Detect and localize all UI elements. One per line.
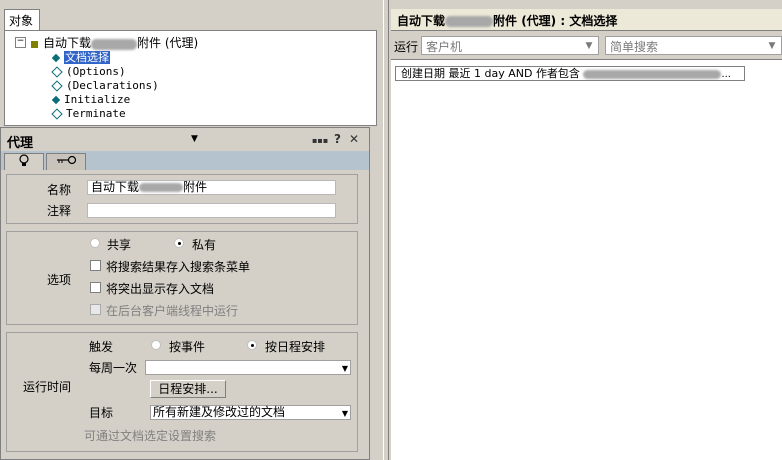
share-label: 共享 [107,238,132,252]
on-event-radio[interactable] [151,340,161,350]
target-hint: 可通过文档选定设置搜索 [84,429,217,443]
name-field[interactable]: 自动下载 附件 [87,180,336,195]
script-icon [51,80,63,92]
background-run-checkbox[interactable] [90,304,101,315]
agent-icon [31,40,38,48]
close-icon[interactable]: ✕ [349,132,359,146]
pane-splitter[interactable] [383,0,389,460]
chevron-down-icon: ▼ [585,41,593,51]
redaction [445,16,494,27]
schedule-frequency-select[interactable]: ▼ [145,360,351,375]
chevron-down-icon: ▼ [341,409,348,418]
name-suffix: 附件 [183,180,208,194]
properties-tabstrip [1,151,369,170]
trigger-label: 触发 [89,340,114,354]
target-label: 目标 [89,406,114,420]
tree-root-suffix: 附件 (代理) [137,36,199,50]
run-label: 运行 [394,40,419,54]
tree-root-agent[interactable]: 自动下载 附件 (代理) [31,36,198,50]
object-tree: − 自动下载 附件 (代理) 文档选择 (Options) (Declaratio… [4,30,377,126]
run-target-select[interactable]: 客户机 ▼ [421,36,599,55]
comment-label: 注释 [46,204,71,218]
on-schedule-radio[interactable] [247,340,257,350]
title-suffix: 附件 (代理) : 文档选择 [493,14,618,28]
tab-objects-label: 对象 [9,14,34,28]
share-radio[interactable] [90,238,100,248]
store-results-checkbox[interactable] [90,260,101,271]
tree-item-label: 文档选择 [64,51,110,64]
tree-root-prefix: 自动下载 [43,36,92,50]
options-label: 选项 [46,273,71,287]
tree-expand-toggle[interactable]: − [15,37,26,48]
redaction [583,69,722,79]
store-highlights-label: 将突出显示存入文档 [106,282,215,296]
tree-item-label: Initialize [64,93,131,106]
redaction [91,38,138,50]
tree-item-declarations[interactable]: (Declarations) [51,79,159,93]
options-group: 共享 私有 选项 将搜索结果存入搜索条菜单 将突出显示存入文档 在后台客户端线程… [6,231,358,325]
tab-security[interactable] [46,153,86,170]
tab-info[interactable] [4,153,44,170]
store-results-label: 将搜索结果存入搜索条菜单 [106,260,251,274]
tree-item-label: (Options) [66,65,126,78]
private-radio[interactable] [174,238,184,248]
private-label: 私有 [192,238,217,252]
menu-icon[interactable]: ▪▪▪ [312,136,328,145]
properties-title[interactable]: 代理 [7,132,205,152]
schedule-frequency-label: 每周一次 [89,361,138,375]
search-condition-area [391,59,782,460]
search-mode-value: 简单搜索 [610,40,659,54]
chevron-down-icon: ▼ [341,364,348,373]
properties-header: 代理 ▼ ▪▪▪ ? ✕ [1,128,369,152]
runtime-label: 运行时间 [22,380,71,394]
title-prefix: 自动下载 [397,14,446,28]
lightbulb-icon [19,154,29,166]
search-mode-select[interactable]: 简单搜索 ▼ [605,36,782,55]
runtime-group: 触发 按事件 按日程安排 运行时间 每周一次 ▼ 日程安排... 目标 所有新建… [6,332,358,452]
script-icon [51,66,63,78]
name-prefix: 自动下载 [91,180,140,194]
help-icon[interactable]: ? [334,132,341,146]
redaction [139,183,184,192]
script-icon [51,95,61,105]
chevron-down-icon[interactable]: ▼ [191,134,198,144]
background-run-label: 在后台客户端线程中运行 [106,304,239,318]
agent-properties-panel: 代理 ▼ ▪▪▪ ? ✕ 名称 自动下载 附件 注释 共享 私有 选项 将搜索结果… [0,127,370,460]
target-value: 所有新建及修改过的文档 [153,405,286,419]
tree-item-initialize[interactable]: Initialize [51,93,130,107]
tree-item-label: (Declarations) [66,79,159,92]
schedule-button[interactable]: 日程安排... [150,380,226,398]
key-icon [57,155,77,165]
query-text: 创建日期 最近 1 day AND 作者包含 [401,67,580,80]
tree-item-terminate[interactable]: Terminate [51,107,126,121]
chevron-down-icon: ▼ [768,41,776,51]
name-group: 名称 自动下载 附件 注释 [6,174,358,224]
script-icon [51,108,63,120]
on-event-label: 按事件 [169,340,206,354]
tree-item-options[interactable]: (Options) [51,65,126,79]
name-label: 名称 [46,183,71,197]
comment-field[interactable] [87,203,336,218]
right-pane-title: 自动下载 附件 (代理) : 文档选择 [391,9,782,31]
run-target-value: 客户机 [426,40,463,54]
target-select[interactable]: 所有新建及修改过的文档 ▼ [150,405,351,420]
tab-objects[interactable]: 对象 [4,9,40,30]
tree-item-label: Terminate [66,107,126,120]
search-condition-chip[interactable]: 创建日期 最近 1 day AND 作者包含 ... [395,66,745,81]
selection-icon [51,53,61,63]
on-schedule-label: 按日程安排 [265,340,326,354]
store-highlights-checkbox[interactable] [90,282,101,293]
tree-item-doc-selection[interactable]: 文档选择 [51,51,110,65]
